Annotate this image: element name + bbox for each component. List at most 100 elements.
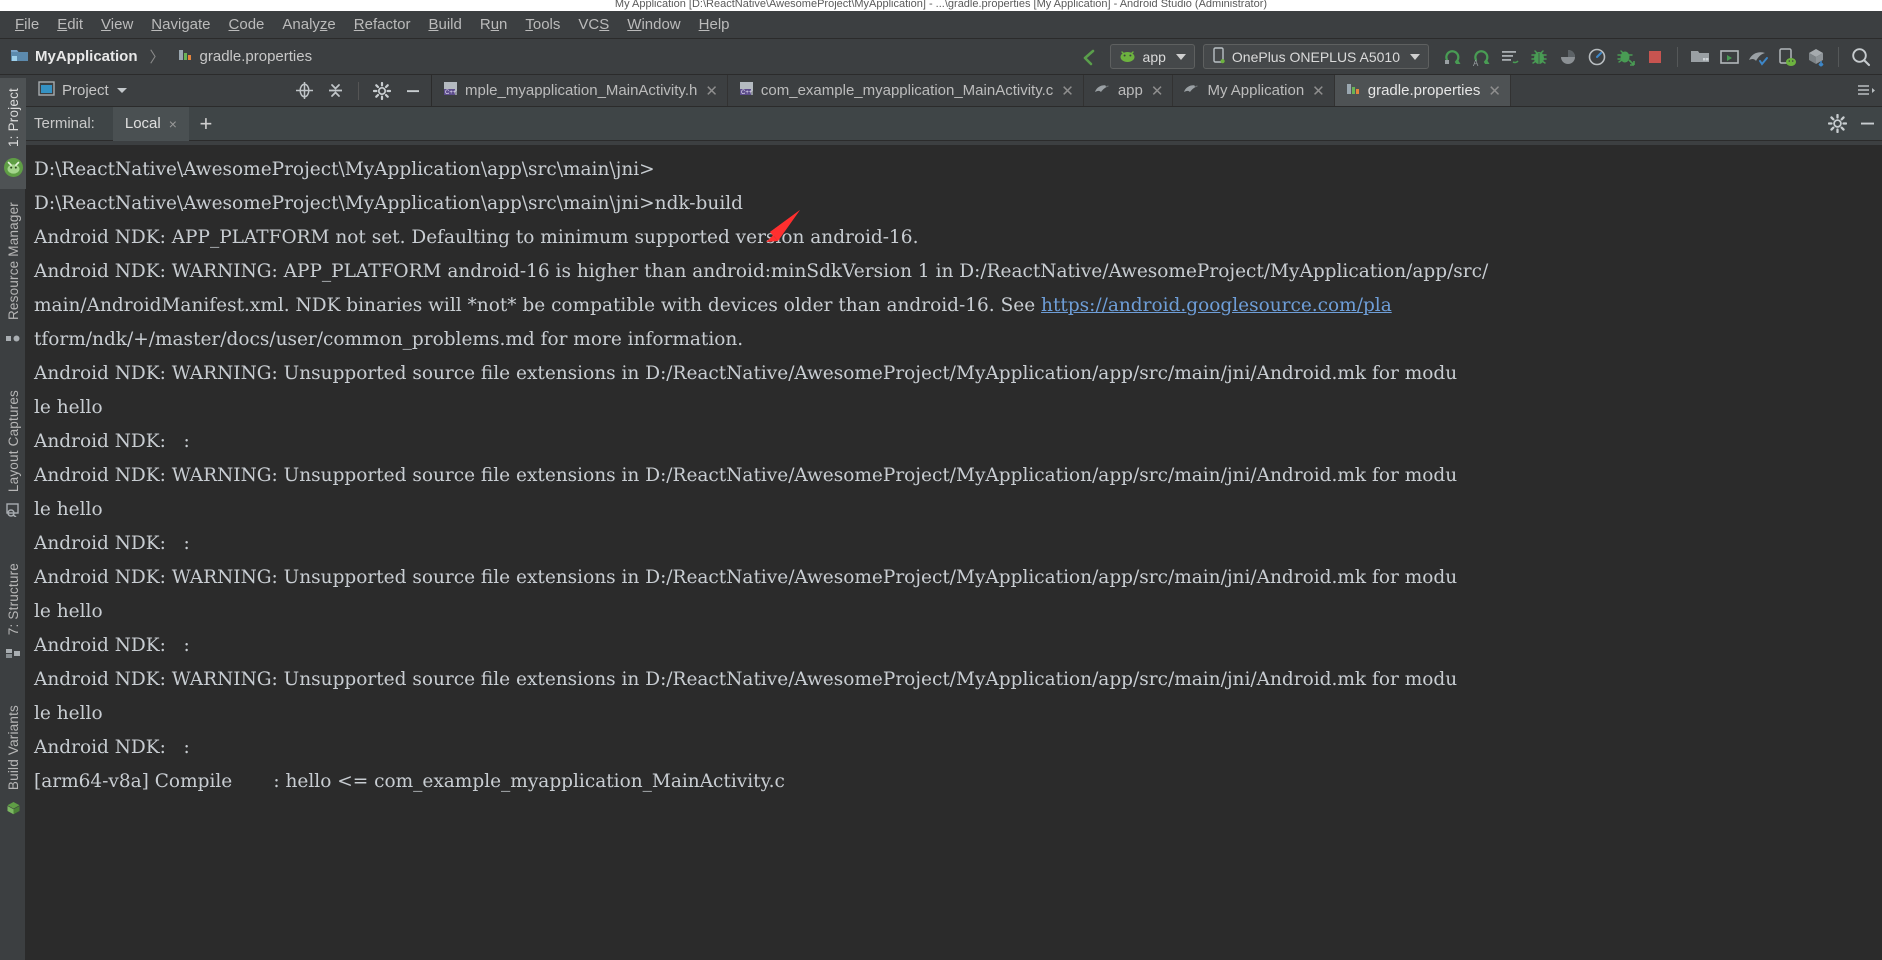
- collapse-all-icon[interactable]: [323, 79, 347, 103]
- resource-manager-icon: [5, 331, 21, 349]
- menu-item-tools[interactable]: Tools: [516, 14, 569, 35]
- menu-item-run[interactable]: Run: [471, 14, 517, 35]
- gradle-sync-icon[interactable]: [1745, 44, 1771, 70]
- sdk-manager-icon[interactable]: [1687, 44, 1713, 70]
- close-icon[interactable]: ✕: [1061, 82, 1074, 100]
- search-everywhere-icon[interactable]: [1848, 44, 1874, 70]
- toolbar-icon-group: A: [1439, 44, 1874, 70]
- debug-bug-icon[interactable]: [1526, 44, 1552, 70]
- menu-item-file[interactable]: File: [6, 14, 48, 35]
- terminal-text: Android NDK: WARNING: Unsupported source…: [34, 567, 1458, 588]
- menu-item-build[interactable]: Build: [419, 14, 470, 35]
- terminal-line: Android NDK: WARNING: Unsupported source…: [34, 561, 1882, 595]
- terminal-line: [arm64-v8a] Compile : hello <= com_examp…: [34, 765, 1882, 799]
- run-icon[interactable]: [1439, 44, 1465, 70]
- terminal-text: le hello: [34, 397, 103, 418]
- sidebar-item-build-variants[interactable]: Build Variants: [6, 699, 21, 825]
- menu-item-window[interactable]: Window: [618, 14, 689, 35]
- menu-item-vcs[interactable]: VCS: [569, 14, 618, 35]
- run-configuration-selector[interactable]: app: [1109, 44, 1195, 69]
- stop-icon[interactable]: [1642, 44, 1668, 70]
- window-title: My Application [D:\ReactNative\AwesomePr…: [614, 0, 1268, 10]
- project-header-divider: [358, 81, 359, 100]
- close-icon[interactable]: ✕: [1151, 82, 1164, 100]
- sidebar-item-project[interactable]: 1: Project: [6, 82, 21, 153]
- sidebar-item-layout-captures[interactable]: Layout Captures: [6, 384, 21, 527]
- breadcrumb-item-project[interactable]: MyApplication: [35, 48, 138, 65]
- terminal-line: le hello: [34, 391, 1882, 425]
- hide-panel-icon[interactable]: [401, 79, 425, 103]
- terminal-text: Android NDK: :: [34, 431, 190, 452]
- minimize-icon[interactable]: [1852, 109, 1882, 139]
- logcat-icon[interactable]: [1497, 44, 1523, 70]
- terminal-line: Android NDK: WARNING: Unsupported source…: [34, 357, 1882, 391]
- terminal-line: le hello: [34, 595, 1882, 629]
- editor-tab-label: com_example_myapplication_MainActivity.c: [760, 82, 1054, 99]
- device-label: OnePlus ONEPLUS A5010: [1231, 48, 1400, 65]
- navigation-toolbar: MyApplication 〉 gradle.properties app On…: [0, 39, 1882, 75]
- settings-gear-icon[interactable]: [1822, 109, 1852, 139]
- avd-manager-icon[interactable]: [1716, 44, 1742, 70]
- back-arrow-icon[interactable]: [1076, 44, 1102, 70]
- editor-tabs: C++ mple_myapplication_MainActivity.h ✕ …: [432, 75, 1882, 106]
- device-file-explorer-icon[interactable]: [1774, 44, 1800, 70]
- terminal-line: D:\ReactNative\AwesomeProject\MyApplicat…: [34, 153, 1882, 187]
- terminal-tab-local[interactable]: Local ×: [112, 106, 189, 141]
- close-icon[interactable]: ×: [169, 116, 177, 132]
- attach-debugger-icon[interactable]: [1613, 44, 1639, 70]
- svg-text:A: A: [1473, 59, 1479, 67]
- menu-item-code[interactable]: Code: [220, 14, 274, 35]
- new-terminal-button[interactable]: +: [189, 107, 223, 141]
- terminal-tab-label: Local: [124, 115, 161, 132]
- editor-tab-app[interactable]: app ✕: [1083, 75, 1174, 106]
- terminal-line: Android NDK: :: [34, 527, 1882, 561]
- layout-inspector-icon[interactable]: [1803, 44, 1829, 70]
- device-selector[interactable]: OnePlus ONEPLUS A5010: [1202, 44, 1429, 69]
- menu-item-edit[interactable]: Edit: [48, 14, 92, 35]
- terminal-line: D:\ReactNative\AwesomeProject\MyApplicat…: [34, 187, 1882, 221]
- close-icon[interactable]: ✕: [1312, 82, 1325, 100]
- sidebar-item-label: Build Variants: [5, 705, 21, 791]
- terminal-text: Android NDK: :: [34, 635, 190, 656]
- terminal-label: Terminal:: [34, 115, 95, 132]
- terminal-line: main/AndroidManifest.xml. NDK binaries w…: [34, 289, 1882, 323]
- terminal-line: Android NDK: :: [34, 629, 1882, 663]
- chevron-down-icon[interactable]: [116, 82, 128, 100]
- terminal-toolwindow-header: Terminal: Local × +: [0, 106, 1882, 141]
- close-icon[interactable]: ✕: [1488, 82, 1501, 100]
- editor-tab-gradle-properties[interactable]: gradle.properties ✕: [1334, 75, 1511, 106]
- terminal-text: Android NDK: WARNING: APP_PLATFORM andro…: [34, 261, 1489, 282]
- terminal-output[interactable]: D:\ReactNative\AwesomeProject\MyApplicat…: [26, 145, 1882, 960]
- terminal-line-list: D:\ReactNative\AwesomeProject\MyApplicat…: [34, 153, 1882, 799]
- menu-item-help[interactable]: Help: [690, 14, 739, 35]
- c-header-icon: C++: [442, 80, 459, 101]
- menu-item-navigate[interactable]: Navigate: [142, 14, 219, 35]
- run-with-coverage-icon[interactable]: A: [1468, 44, 1494, 70]
- terminal-text: Android NDK: APP_PLATFORM not set. Defau…: [34, 227, 919, 248]
- android-robot-icon[interactable]: [3, 157, 24, 183]
- terminal-link[interactable]: https://android.googlesource.com/pla: [1041, 295, 1392, 316]
- run-configuration-label: app: [1142, 48, 1166, 65]
- terminal-line: Android NDK: WARNING: Unsupported source…: [34, 663, 1882, 697]
- editor-tab-mainactivity-c[interactable]: C++ com_example_myapplication_MainActivi…: [727, 75, 1084, 106]
- menu-item-analyze[interactable]: Analyze: [273, 14, 344, 35]
- menu-item-refactor[interactable]: Refactor: [345, 14, 420, 35]
- terminal-text: main/AndroidManifest.xml. NDK binaries w…: [34, 295, 1042, 316]
- terminal-text: le hello: [34, 499, 103, 520]
- sidebar-item-structure[interactable]: 7: Structure: [5, 557, 21, 669]
- android-head-icon: [1119, 49, 1136, 65]
- terminal-text: D:\ReactNative\AwesomeProject\MyApplicat…: [34, 193, 743, 214]
- close-icon[interactable]: ✕: [705, 82, 718, 100]
- editor-tab-mainactivity-h[interactable]: C++ mple_myapplication_MainActivity.h ✕: [432, 75, 728, 106]
- menu-item-view[interactable]: View: [92, 14, 142, 35]
- breadcrumb-separator: 〉: [149, 49, 165, 66]
- editor-tabs-overflow[interactable]: [1851, 75, 1882, 106]
- settings-gear-icon[interactable]: [370, 79, 394, 103]
- locate-icon[interactable]: [292, 79, 316, 103]
- coverage-icon[interactable]: [1555, 44, 1581, 70]
- editor-tab-my-application[interactable]: My Application ✕: [1173, 75, 1335, 106]
- editor-tab-label: app: [1117, 82, 1143, 99]
- sidebar-item-resource-manager[interactable]: Resource Manager: [5, 196, 21, 354]
- profiler-icon[interactable]: [1584, 44, 1610, 70]
- breadcrumb-item-file[interactable]: gradle.properties: [200, 48, 313, 65]
